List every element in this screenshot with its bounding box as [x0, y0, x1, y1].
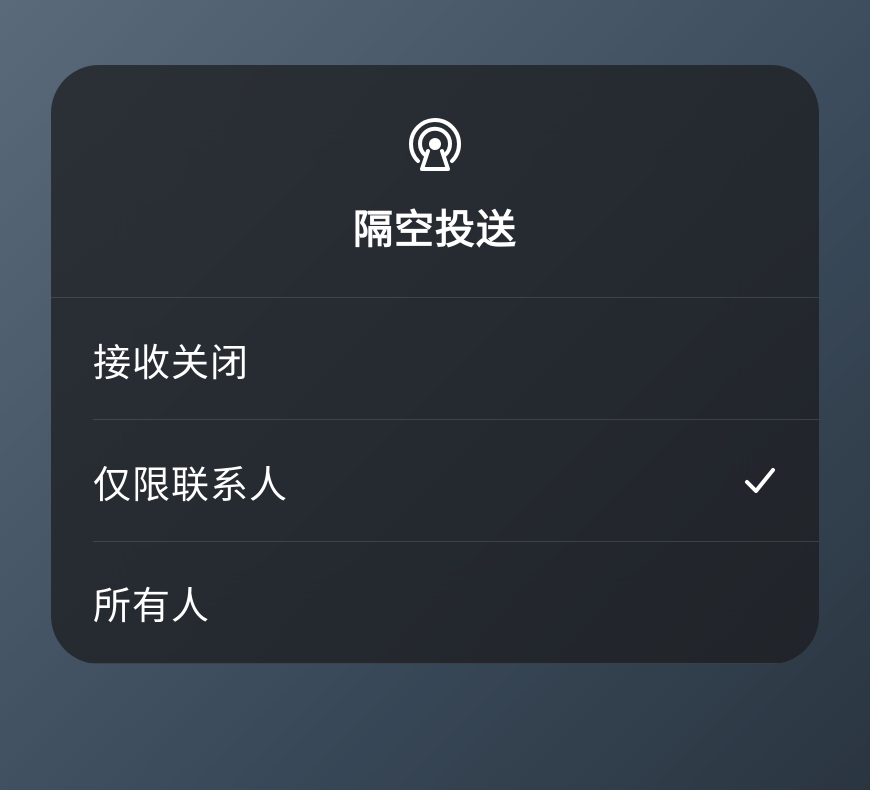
airdrop-icon	[404, 113, 466, 175]
option-label: 仅限联系人	[93, 454, 288, 509]
option-everyone[interactable]: 所有人	[51, 542, 819, 664]
panel-title: 隔空投送	[353, 197, 517, 255]
option-label: 所有人	[93, 575, 210, 630]
option-label: 接收关闭	[93, 332, 249, 387]
option-contacts-only[interactable]: 仅限联系人	[51, 420, 819, 542]
option-receiving-off[interactable]: 接收关闭	[51, 298, 819, 420]
options-list: 接收关闭 仅限联系人 所有人	[51, 298, 819, 664]
airdrop-settings-panel: 隔空投送 接收关闭 仅限联系人 所有人	[51, 65, 819, 664]
checkmark-icon	[743, 464, 777, 498]
panel-header: 隔空投送	[51, 65, 819, 298]
